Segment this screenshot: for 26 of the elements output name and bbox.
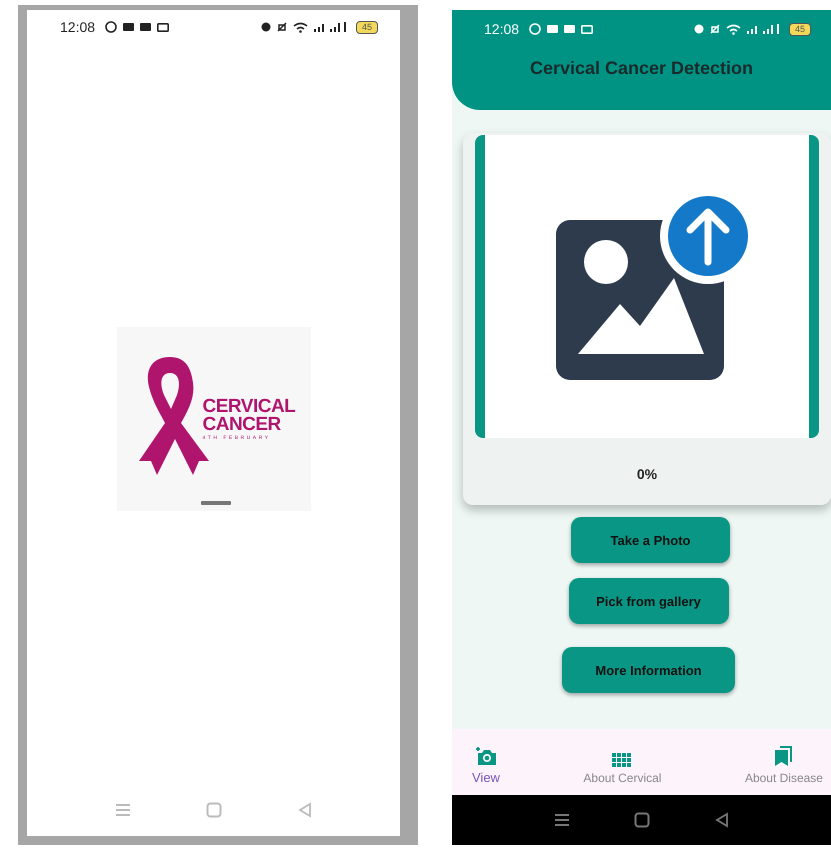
action-button[interactable]: Pick from gallery — [568, 578, 728, 624]
signal-icon — [762, 24, 779, 34]
app-title: Cervical Cancer Detection — [528, 58, 754, 79]
wifi-icon — [726, 24, 741, 34]
menu-icon[interactable] — [554, 813, 570, 827]
signal-icon — [314, 22, 324, 32]
logo-title: CANCER — [202, 416, 282, 434]
action-button[interactable]: More Information — [562, 647, 735, 693]
bookmarks-icon — [774, 745, 794, 767]
grid-icon — [612, 753, 632, 767]
action-button[interactable]: Take a Photo — [571, 517, 730, 563]
back-icon[interactable] — [714, 812, 729, 828]
logo-title: CERVICAL — [202, 398, 296, 416]
camera-icon — [474, 744, 498, 766]
signal-icon — [746, 24, 757, 34]
nav-tab[interactable]: About Cervical — [583, 739, 662, 785]
credit-mark — [200, 501, 230, 505]
battery-indicator: 45 — [788, 22, 811, 36]
nav-tab[interactable]: View — [472, 739, 500, 785]
nav-tab[interactable]: About Disease — [744, 739, 823, 785]
battery-indicator: 45 — [356, 20, 378, 34]
status-time: 12:08 — [484, 21, 520, 37]
home-icon[interactable] — [634, 812, 650, 828]
signal-icon — [330, 22, 346, 32]
wifi-icon — [292, 22, 308, 32]
status-time: 12:08 — [60, 19, 96, 35]
